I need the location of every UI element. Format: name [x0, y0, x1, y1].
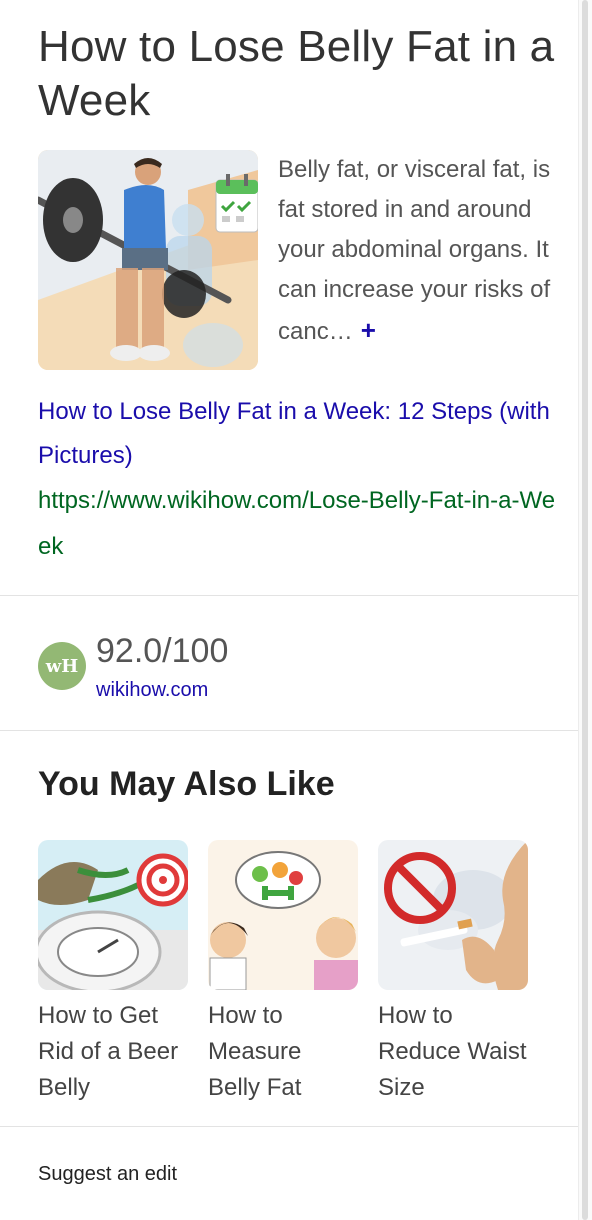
result-url[interactable]: https://www.wikihow.com/Lose-Belly-Fat-i…	[38, 478, 558, 570]
also-like-card[interactable]: How to Measure Belly Fat	[208, 840, 358, 1106]
plus-icon[interactable]: +	[361, 310, 376, 350]
also-like-card[interactable]: How to Get Rid of a Beer Belly	[38, 840, 188, 1106]
article-thumbnail[interactable]	[38, 150, 258, 370]
scale-target-illustration	[38, 840, 188, 990]
scrollbar[interactable]	[578, 0, 592, 1220]
divider	[0, 1126, 578, 1127]
also-like-label: How to Reduce Waist Size	[378, 1002, 527, 1101]
beer-belly-thumbnail	[38, 840, 188, 990]
waist-size-thumbnail	[378, 840, 528, 990]
article-snippet: Belly fat, or visceral fat, is fat store…	[278, 150, 568, 352]
weightlifter-illustration	[38, 150, 258, 370]
knowledge-panel: How to Lose Belly Fat in a Week Belly fa…	[0, 0, 578, 1220]
also-like-label: How to Measure Belly Fat	[208, 1002, 302, 1101]
also-like-label: How to Get Rid of a Beer Belly	[38, 1002, 179, 1101]
article-title: How to Lose Belly Fat in a Week	[38, 22, 555, 125]
measure-belly-thumbnail	[208, 840, 358, 990]
suggest-edit-link[interactable]: Suggest an edit	[38, 1160, 177, 1188]
also-like-heading: You May Also Like	[38, 765, 335, 803]
scrollbar-thumb[interactable]	[582, 0, 588, 1220]
no-smoking-illustration	[378, 840, 528, 990]
snippet-text: Belly fat, or visceral fat, is fat store…	[278, 156, 551, 345]
rating-score: 92.0/100	[96, 632, 229, 670]
divider	[0, 730, 578, 731]
divider	[0, 595, 578, 596]
result-title-link[interactable]: How to Lose Belly Fat in a Week: 12 Step…	[38, 390, 558, 478]
rating-site-link[interactable]: wikihow.com	[96, 676, 208, 704]
diet-conversation-illustration	[208, 840, 358, 990]
also-like-card[interactable]: How to Reduce Waist Size	[378, 840, 528, 1106]
wikihow-logo: wH	[38, 642, 86, 690]
